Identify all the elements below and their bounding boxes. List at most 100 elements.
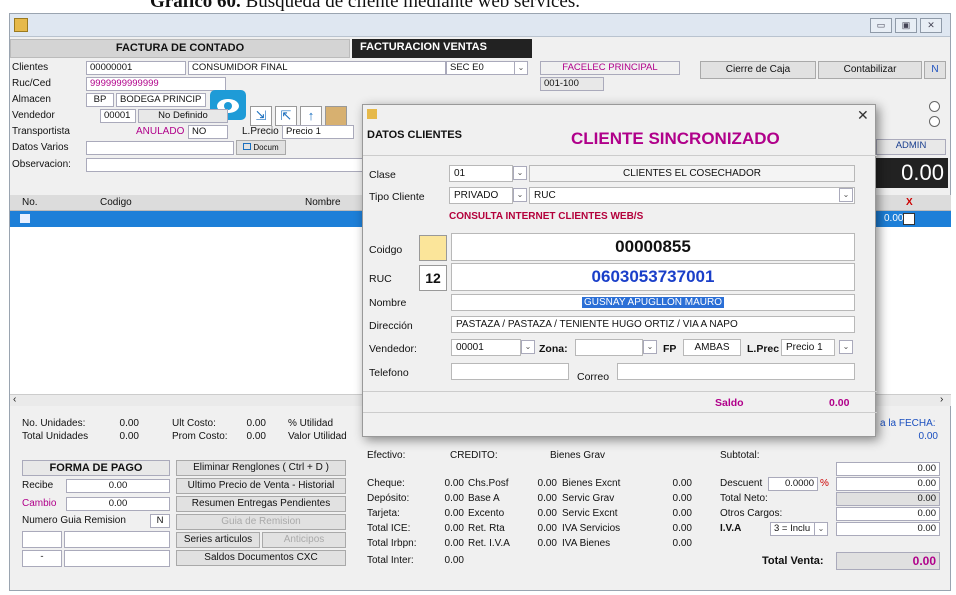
total-ice-label: Total ICE: bbox=[367, 523, 411, 534]
codigo-field[interactable]: 00000855 bbox=[451, 233, 855, 261]
facturacion-header: FACTURACION VENTAS bbox=[352, 39, 532, 58]
import-icon[interactable]: ⇲ bbox=[250, 106, 272, 126]
vendedor-dialog-field[interactable]: 00001 bbox=[451, 339, 521, 356]
valor-utilidad-label: Valor Utilidad bbox=[288, 431, 347, 442]
eliminar-renglones-button[interactable]: Eliminar Renglones ( Ctrl + D ) bbox=[176, 460, 346, 476]
ruc-dialog-label: RUC bbox=[369, 273, 392, 285]
clientes-label: Clientes bbox=[12, 62, 49, 73]
zona-field[interactable] bbox=[575, 339, 643, 356]
upload-icon[interactable]: ↑ bbox=[300, 106, 322, 126]
credito-label: CREDITO: bbox=[450, 450, 498, 461]
search-user-icon[interactable] bbox=[419, 235, 447, 261]
dash-field-b[interactable] bbox=[64, 550, 170, 567]
close-icon[interactable]: ✕ bbox=[857, 107, 869, 124]
ruc-dialog-field[interactable]: 0603053737001 bbox=[451, 263, 855, 291]
ret-rta-value: 0.00 bbox=[537, 523, 557, 534]
lprec-dropdown-icon[interactable]: ⌄ bbox=[839, 340, 853, 354]
admin-label: ADMIN bbox=[876, 139, 946, 155]
serie-field: 001-100 bbox=[540, 77, 604, 91]
lprec-field[interactable]: Precio 1 bbox=[781, 339, 835, 356]
otros-cargos-field[interactable]: 0.00 bbox=[836, 507, 940, 521]
tipo-cliente-field[interactable]: PRIVADO bbox=[449, 187, 513, 204]
docum-button[interactable]: Docum bbox=[236, 140, 286, 155]
n-flag-button[interactable]: N bbox=[924, 61, 946, 79]
chs-posf-value: 0.00 bbox=[537, 478, 557, 489]
clase-dropdown-icon[interactable]: ⌄ bbox=[513, 166, 527, 180]
anulado-field[interactable]: NO bbox=[188, 125, 228, 139]
bienes-excnt-label: Bienes Excnt bbox=[562, 478, 621, 489]
radio-option-1[interactable] bbox=[929, 101, 940, 112]
minimize-button[interactable]: ▭ bbox=[870, 18, 892, 33]
guia-label: Numero Guia Remision bbox=[22, 515, 126, 526]
almacen-label: Almacen bbox=[12, 94, 51, 105]
ultimo-precio-button[interactable]: Ultimo Precio de Venta - Historial bbox=[176, 478, 346, 494]
guia-remision-button[interactable]: Guia de Remision bbox=[176, 514, 346, 530]
observacion-label: Observacion: bbox=[12, 159, 71, 170]
ruc-field[interactable]: 9999999999999 bbox=[86, 77, 226, 91]
guia-flag-field[interactable]: N bbox=[150, 514, 170, 528]
tarjeta-label: Tarjeta: bbox=[367, 508, 400, 519]
anulado-label: ANULADO bbox=[136, 126, 185, 137]
maximize-button[interactable]: ▣ bbox=[895, 18, 917, 33]
zona-dropdown-icon[interactable]: ⌄ bbox=[643, 340, 657, 354]
total-irbpn-value: 0.00 bbox=[444, 538, 464, 549]
dialog-section-title: DATOS CLIENTES bbox=[367, 129, 462, 141]
nombre-field[interactable]: GUSÑAY APUGLLON MAURO bbox=[451, 294, 855, 311]
iva-dropdown-icon[interactable]: ⌄ bbox=[814, 522, 828, 536]
descuent-pct-field[interactable]: 0.0000 bbox=[768, 477, 818, 491]
servic-grav-label: Servic Grav bbox=[562, 493, 615, 504]
subtotal-label: Subtotal: bbox=[720, 450, 760, 461]
vendedor-dropdown-icon[interactable]: ⌄ bbox=[521, 340, 535, 354]
tipo-cliente-dropdown-icon[interactable]: ⌄ bbox=[513, 188, 527, 202]
export-icon[interactable]: ⇱ bbox=[275, 106, 297, 126]
row-pointer-icon bbox=[20, 214, 30, 223]
datos-varios-field[interactable] bbox=[86, 141, 234, 155]
anticipos-button[interactable]: Anticipos bbox=[262, 532, 346, 548]
datos-varios-label: Datos Varios bbox=[12, 142, 69, 153]
servic-excnt-value: 0.00 bbox=[672, 508, 692, 519]
document-icon bbox=[243, 143, 252, 150]
direccion-field[interactable]: PASTAZA / PASTAZA / TENIENTE HUGO ORTIZ … bbox=[451, 316, 855, 333]
trash-icon[interactable] bbox=[903, 213, 915, 225]
servic-grav-value: 0.00 bbox=[672, 493, 692, 504]
contabilizar-button[interactable]: Contabilizar bbox=[818, 61, 922, 79]
scroll-left-icon[interactable]: ‹ bbox=[13, 394, 16, 405]
scroll-right-icon[interactable]: › bbox=[940, 394, 943, 405]
calculator-icon[interactable]: 12 bbox=[419, 265, 447, 291]
chs-posf-label: Chs.Posf bbox=[468, 478, 509, 489]
tipo-doc-field[interactable]: RUC bbox=[529, 187, 855, 204]
guia-field-b[interactable] bbox=[64, 531, 170, 548]
vendedor-code-field[interactable]: 00001 bbox=[100, 109, 136, 123]
cierre-caja-button[interactable]: Cierre de Caja bbox=[700, 61, 816, 79]
saldo-label: Saldo bbox=[715, 397, 744, 409]
observacion-field[interactable] bbox=[86, 158, 366, 172]
almacen-name-field[interactable]: BODEGA PRINCIP bbox=[116, 93, 206, 107]
clientes-code-field[interactable]: 00000001 bbox=[86, 61, 186, 75]
efectivo-label: Efectivo: bbox=[367, 450, 406, 461]
sec-dropdown-icon[interactable]: ⌄ bbox=[514, 61, 528, 75]
radio-option-2[interactable] bbox=[929, 116, 940, 127]
ret-iva-value: 0.00 bbox=[537, 538, 557, 549]
sync-status: CLIENTE SINCRONIZADO bbox=[571, 129, 780, 148]
clientes-name-field[interactable]: CONSUMIDOR FINAL bbox=[188, 61, 446, 75]
telefono-field[interactable] bbox=[451, 363, 569, 380]
tipo-doc-dropdown-icon[interactable]: ⌄ bbox=[839, 188, 853, 202]
guia-field-a[interactable] bbox=[22, 531, 62, 548]
fp-field[interactable]: AMBAS bbox=[683, 339, 741, 356]
zona-label: Zona: bbox=[539, 343, 568, 355]
iva-bienes-label: IVA Bienes bbox=[562, 538, 611, 549]
almacen-code-field[interactable]: BP bbox=[86, 93, 114, 107]
nombre-selection: GUSÑAY APUGLLON MAURO bbox=[582, 297, 724, 308]
close-window-button[interactable]: ✕ bbox=[920, 18, 942, 33]
correo-field[interactable] bbox=[617, 363, 855, 380]
lprecio-field[interactable]: Precio 1 bbox=[282, 125, 354, 139]
app-icon bbox=[14, 18, 28, 32]
clase-code-field[interactable]: 01 bbox=[449, 165, 513, 182]
resumen-entregas-button[interactable]: Resumen Entregas Pendientes bbox=[176, 496, 346, 512]
iva-bienes-value: 0.00 bbox=[672, 538, 692, 549]
user-icon[interactable] bbox=[325, 106, 347, 126]
recibe-field[interactable]: 0.00 bbox=[66, 479, 170, 493]
series-articulos-button[interactable]: Series articulos bbox=[176, 532, 260, 548]
total-venta-field: 0.00 bbox=[836, 552, 940, 570]
saldos-cxc-button[interactable]: Saldos Documentos CXC bbox=[176, 550, 346, 566]
